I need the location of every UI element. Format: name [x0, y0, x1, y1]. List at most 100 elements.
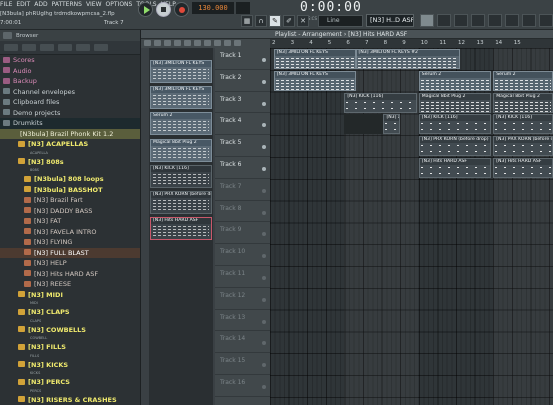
browser-menu-icon[interactable] [3, 32, 12, 39]
browser-tab-search-icon[interactable] [76, 44, 90, 51]
browser-window-icon[interactable] [488, 14, 502, 27]
browser-file-item[interactable]: [N3] FULL BLAST [0, 247, 140, 258]
picker-pattern-item[interactable]: [N3] 3MILTON FL KEYS [150, 86, 212, 109]
track-header[interactable]: Track 11 [215, 266, 270, 288]
track-mute-led[interactable] [262, 145, 266, 150]
channel-rack-icon[interactable] [454, 14, 468, 27]
browser-folder-item[interactable]: [N3] MIDI [0, 290, 140, 301]
browser-file-item[interactable]: [N3] FLYING [0, 237, 140, 248]
browser-file-item[interactable]: [N3] DADDY BASS [0, 206, 140, 217]
browser-folder-item[interactable]: [N3bula] Brazil Phonk Kit 1.2 [0, 128, 140, 139]
playlist-clip[interactable]: Magical 8bit Plug 2 [418, 92, 492, 113]
playlist-slip-icon[interactable] [204, 40, 211, 46]
playlist-select-icon[interactable] [224, 40, 231, 46]
playlist-menu-icon[interactable] [144, 40, 151, 46]
browser-folder-item[interactable]: Clipboard files [0, 97, 140, 108]
track-mute-led[interactable] [262, 385, 266, 389]
track-header[interactable]: Track 9 [215, 222, 270, 245]
browser-file-item[interactable]: [N3] Brazil Fart [0, 195, 140, 206]
timeline-ruler[interactable]: 2 3 4 5 6 7 8 9 10 11 12 13 14 15 [270, 39, 553, 48]
arrangement-grid[interactable]: [N3] 3MILTON FL KEYS [N3] 3MILTON FL KEYS… [270, 48, 553, 405]
delete-icon[interactable]: ✕ [297, 15, 309, 27]
track-mute-led[interactable] [262, 188, 266, 193]
menu-file[interactable]: FILE [0, 0, 12, 9]
playlist-snap-icon[interactable] [154, 40, 161, 46]
view-icon[interactable] [522, 14, 536, 27]
playlist-clip[interactable]: [N3] KICK [116] [493, 114, 553, 135]
browser-tab-current-icon[interactable] [40, 44, 54, 51]
picker-pattern-item[interactable]: [N3] 3MILTON FL KEYS [150, 60, 212, 83]
track-mute-led[interactable] [262, 58, 266, 62]
playlist-slice-icon[interactable] [214, 40, 221, 46]
pattern-song-toggle[interactable] [236, 2, 250, 14]
track-header[interactable]: Track 7 [215, 179, 270, 201]
picker-pattern-item[interactable]: [N3] PRX KORN (before drop) [150, 191, 212, 214]
browser-folder-item[interactable]: [N3] ACAPELLAS [0, 139, 140, 150]
browser-folder-item[interactable]: [N3] CLAPS [0, 307, 140, 318]
track-mute-led[interactable] [262, 341, 266, 346]
browser-tab-star-icon[interactable] [94, 44, 108, 51]
play-button[interactable] [138, 2, 153, 17]
playlist-clip[interactable]: Serum 2 [493, 70, 553, 91]
playlist-clip[interactable]: [N3] Hits HARD ASF [493, 158, 553, 178]
pattern-selector[interactable]: [N3] H..D ASF [366, 14, 414, 27]
menu-patterns[interactable]: PATTERNS [52, 0, 82, 9]
playlist-draw-icon[interactable] [164, 40, 171, 46]
playlist-clip[interactable]: [N3] PRX KORN (before drop) [418, 136, 492, 157]
playlist-clip[interactable]: Serum 2 [418, 70, 492, 91]
track-header[interactable]: Track 15 [215, 353, 270, 375]
track-header[interactable]: Track 5 [215, 135, 270, 157]
track-header[interactable]: Track 6 [215, 157, 270, 179]
browser-folder-item[interactable]: [N3bula] 808 loops [0, 174, 140, 185]
browser-file-item[interactable]: [N3] FAVELA INTRO [0, 227, 140, 238]
track-header[interactable]: Track 12 [215, 288, 270, 310]
menu-view[interactable]: VIEW [86, 0, 102, 9]
track-mute-led[interactable] [262, 297, 266, 302]
playlist-window-icon[interactable] [420, 14, 434, 27]
magnet-icon[interactable]: ∩ [255, 15, 267, 27]
grid-icon[interactable]: ▦ [241, 15, 253, 27]
track-mute-led[interactable] [262, 232, 266, 237]
track-header[interactable]: Track 8 [215, 201, 270, 223]
browser-tab-plugin-icon[interactable] [58, 44, 72, 51]
menu-add[interactable]: ADD [34, 0, 47, 9]
track-header[interactable]: Track 13 [215, 310, 270, 332]
track-mute-led[interactable] [262, 254, 266, 259]
track-header[interactable]: Track 16 [215, 375, 270, 397]
track-header[interactable]: Track 14 [215, 331, 270, 354]
browser-file-item[interactable]: [N3] HELP [0, 258, 140, 269]
track-mute-led[interactable] [262, 79, 266, 84]
track-mute-led[interactable] [262, 167, 266, 171]
playlist-paint-icon[interactable] [174, 40, 181, 46]
browser-folder-item[interactable]: Channel envelopes [0, 87, 140, 98]
playlist-clip[interactable]: [N3] 3MILTON FL KEYS [273, 70, 356, 91]
browser-folder-item[interactable]: [N3] COWBELLS [0, 325, 140, 336]
piano-roll-icon[interactable] [437, 14, 451, 27]
picker-pattern-item[interactable]: [N3] KICK [116] [150, 165, 212, 188]
browser-folder-item[interactable]: [N3] FILLS [0, 342, 140, 353]
browser-folder-item[interactable]: [N3bula] BASSHOT [0, 185, 140, 196]
track-header[interactable]: Track 3 [215, 92, 270, 114]
settings-icon[interactable] [539, 14, 553, 27]
browser-file-item[interactable]: [N3] Hits HARD ASF [0, 269, 140, 280]
playlist-clip[interactable]: [N3] Hits HARD ASF [418, 158, 492, 178]
browser-folder-item[interactable]: [N3] PERCS [0, 377, 140, 388]
pencil-icon[interactable]: ✎ [269, 15, 281, 27]
brush-icon[interactable]: ✐ [283, 15, 295, 27]
browser-folder-item[interactable]: Drumkits [0, 118, 140, 129]
plugin-icon[interactable] [505, 14, 519, 27]
playlist-clip[interactable]: [N3] 3MILTON FL KEYS #2 [355, 49, 460, 69]
track-mute-led[interactable] [262, 363, 266, 368]
menu-options[interactable]: OPTIONS [106, 0, 133, 9]
playlist-clip[interactable]: Magical 8bit Plug 2 [493, 92, 553, 113]
browser-folder-item[interactable]: [N3] RISERS & CRASHES [0, 395, 140, 405]
picker-pattern-item[interactable]: Serum 2 [150, 112, 212, 135]
browser-folder-item[interactable]: Demo projects [0, 108, 140, 119]
playlist-delete-icon[interactable] [184, 40, 191, 46]
record-button[interactable] [174, 2, 189, 17]
browser-folder-item[interactable]: Audio [0, 66, 140, 77]
browser-tab-project-icon[interactable] [22, 44, 36, 51]
browser-file-item[interactable]: [N3] REESE [0, 279, 140, 290]
playlist-clip[interactable]: [N3] all [383, 114, 401, 135]
browser-folder-item[interactable]: [N3] KICKS [0, 360, 140, 371]
